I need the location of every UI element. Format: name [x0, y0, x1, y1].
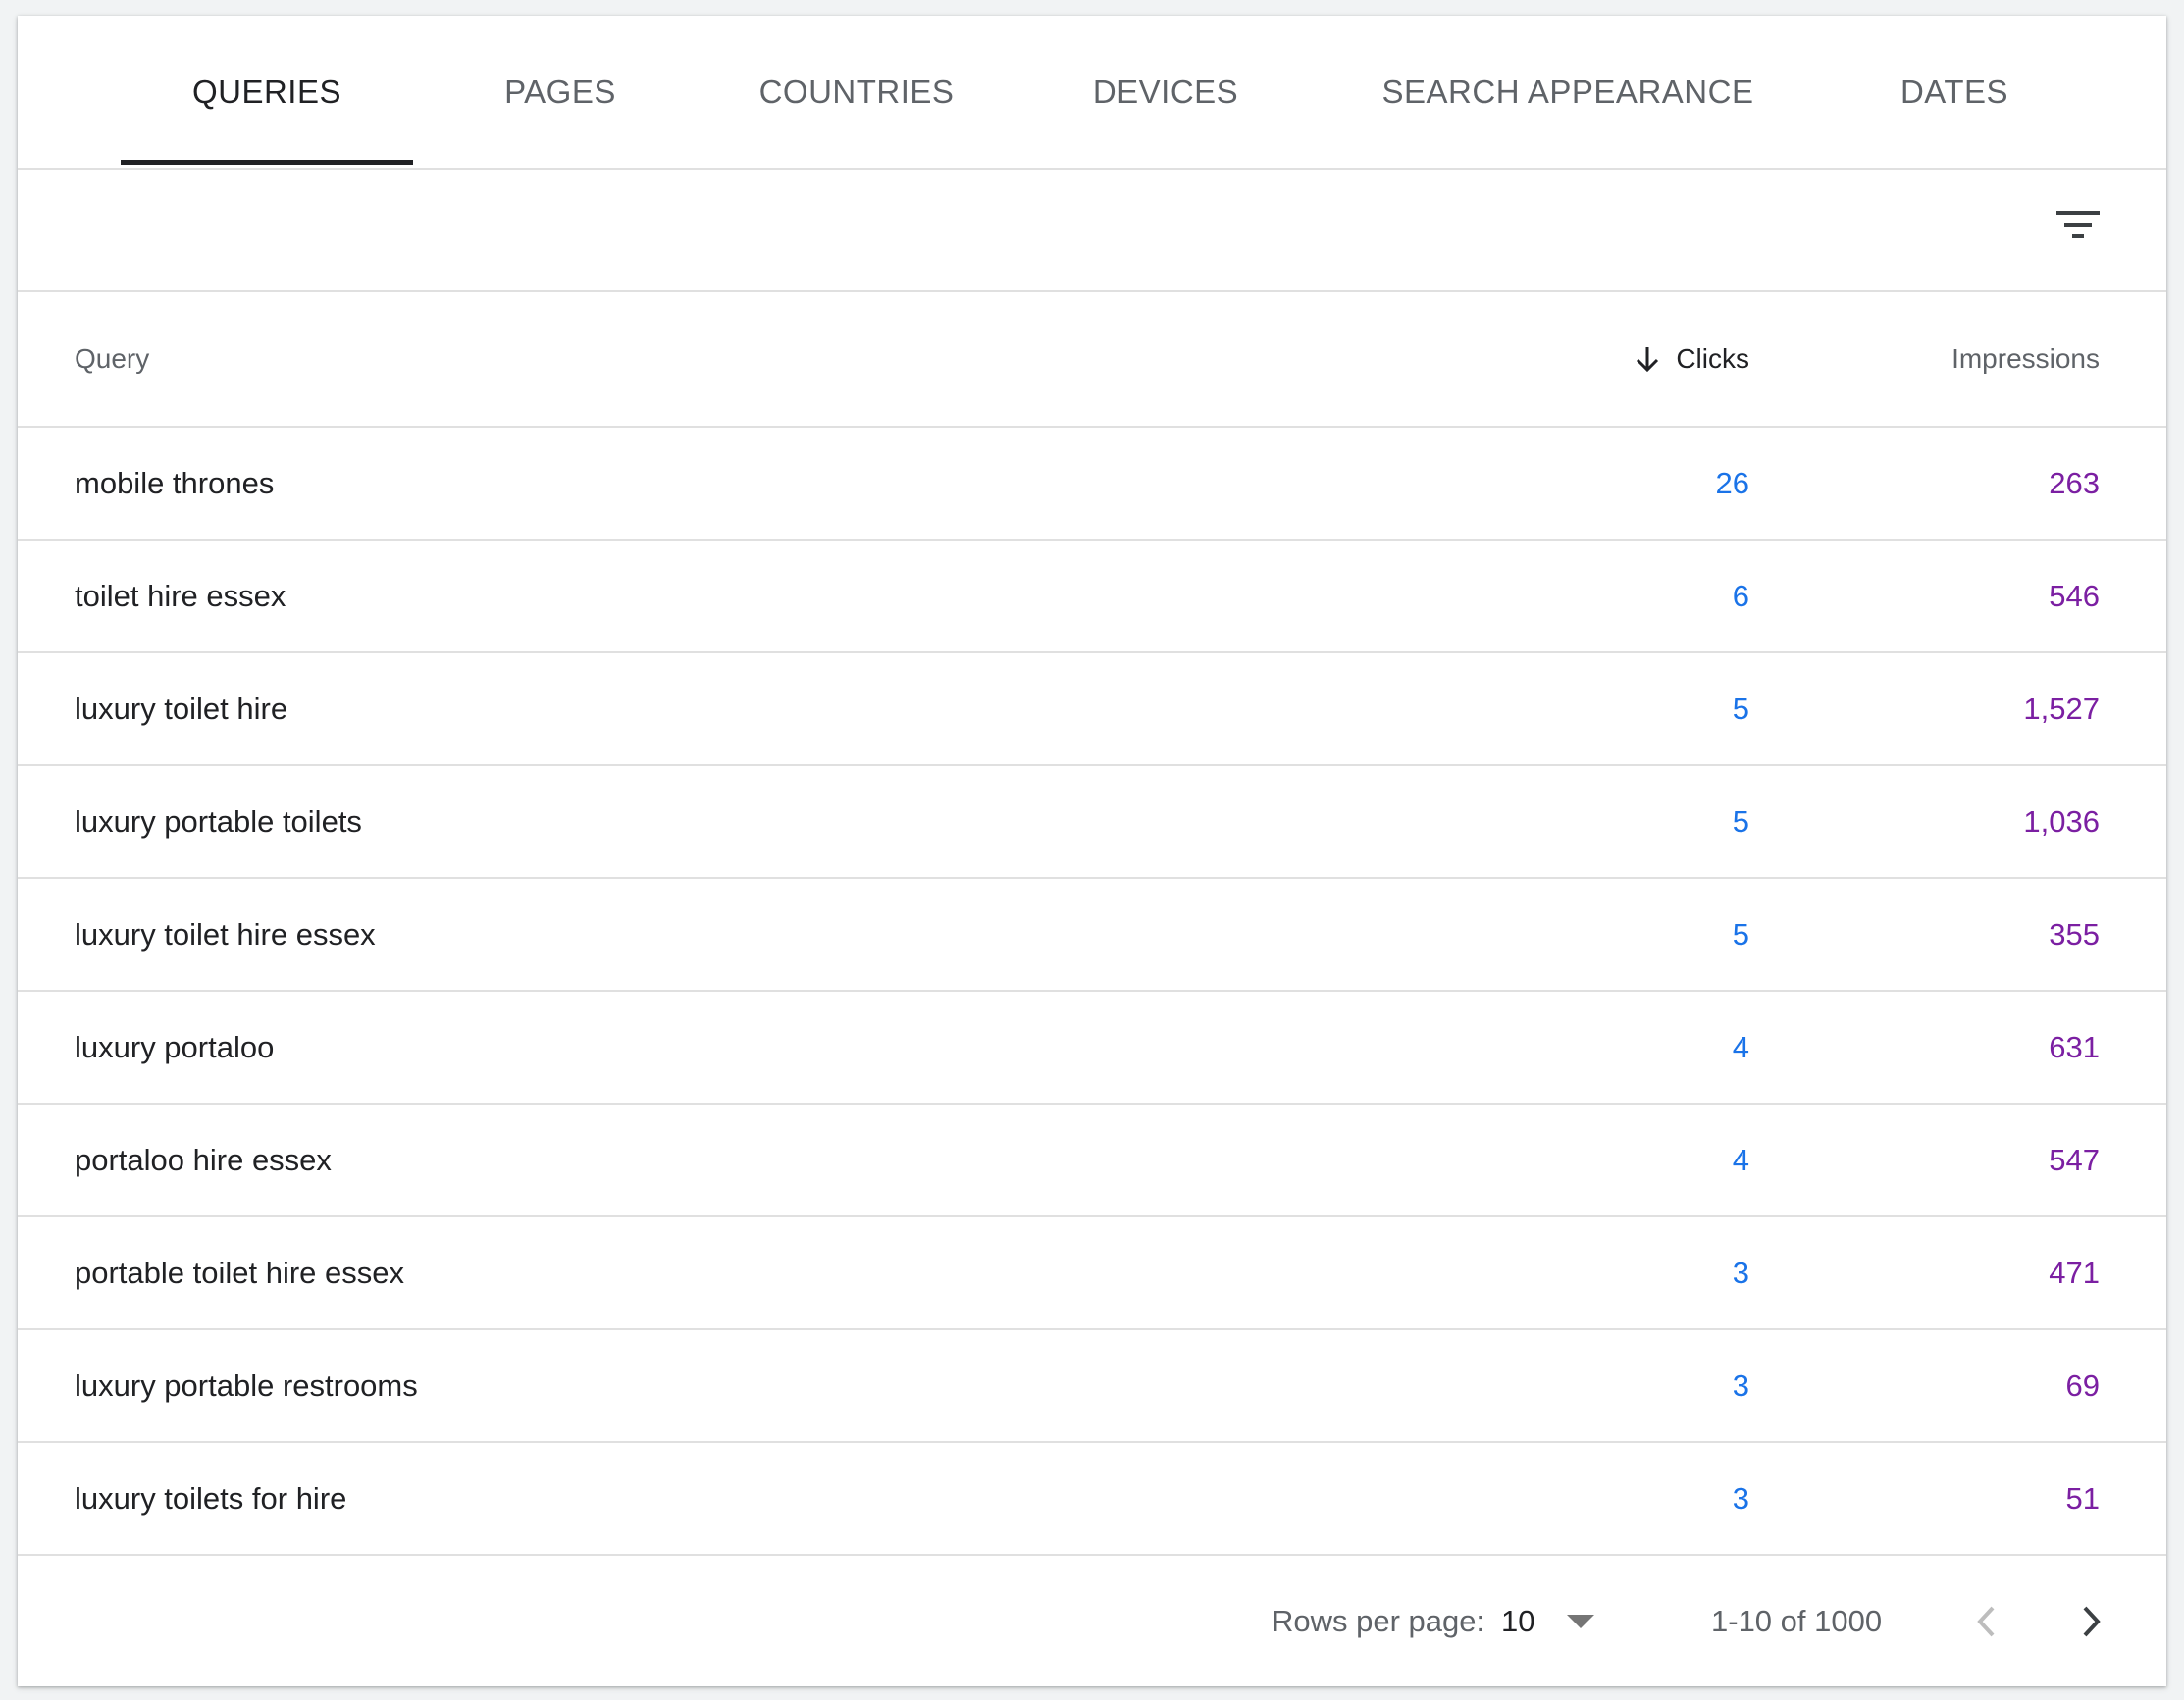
- filter-bar: [18, 170, 2166, 292]
- clicks-cell: 26: [1715, 465, 1749, 500]
- table-row[interactable]: luxury toilets for hire 3 51: [18, 1443, 2166, 1556]
- table-row[interactable]: luxury toilet hire essex 5 355: [18, 879, 2166, 992]
- impressions-cell: 547: [2049, 1142, 2100, 1177]
- query-cell: mobile thrones: [75, 465, 275, 500]
- query-cell: luxury portaloo: [75, 1029, 275, 1064]
- impressions-cell: 263: [2049, 465, 2100, 500]
- clicks-cell: 4: [1732, 1029, 1749, 1064]
- filter-list-icon[interactable]: [2051, 201, 2106, 256]
- pagination-range: 1-10 of 1000: [1711, 1603, 1883, 1638]
- impressions-cell: 51: [2065, 1480, 2100, 1516]
- query-cell: luxury portable restrooms: [75, 1367, 418, 1403]
- clicks-cell: 5: [1732, 916, 1749, 952]
- tab-label: DATES: [1899, 73, 2009, 110]
- column-header-query[interactable]: Query: [75, 292, 149, 426]
- clicks-cell: 3: [1732, 1367, 1749, 1403]
- rows-per-page-value: 10: [1501, 1603, 1535, 1638]
- column-header-clicks[interactable]: Clicks: [1633, 292, 1749, 426]
- table-row[interactable]: luxury portable toilets 5 1,036: [18, 766, 2166, 879]
- column-header-impressions[interactable]: Impressions: [1951, 292, 2100, 426]
- pagination-bar: Rows per page: 10 1-10 of 1000: [18, 1556, 2166, 1686]
- next-page-button[interactable]: [2064, 1595, 2117, 1648]
- tab-pages[interactable]: PAGES: [479, 16, 642, 168]
- impressions-cell: 631: [2049, 1029, 2100, 1064]
- table-row[interactable]: portable toilet hire essex 3 471: [18, 1217, 2166, 1330]
- query-cell: luxury portable toilets: [75, 803, 362, 839]
- tab-label: COUNTRIES: [758, 73, 955, 110]
- table-row[interactable]: luxury portaloo 4 631: [18, 992, 2166, 1105]
- impressions-cell: 355: [2049, 916, 2100, 952]
- tab-label: DEVICES: [1092, 73, 1239, 110]
- previous-page-button[interactable]: [1960, 1595, 2013, 1648]
- table-row[interactable]: luxury portable restrooms 3 69: [18, 1330, 2166, 1443]
- clicks-cell: 3: [1732, 1255, 1749, 1290]
- impressions-cell: 1,036: [2023, 803, 2100, 839]
- impressions-cell: 1,527: [2023, 691, 2100, 726]
- dropdown-arrow-icon: [1567, 1614, 1595, 1628]
- arrow-down-icon: [1637, 347, 1659, 373]
- rows-per-page-label: Rows per page:: [1272, 1603, 1485, 1638]
- performance-table-card: QUERIES PAGES COUNTRIES DEVICES SEARCH A…: [18, 16, 2166, 1686]
- query-cell: luxury toilet hire: [75, 691, 288, 726]
- column-header-clicks-label: Clicks: [1676, 343, 1749, 374]
- table-header: Query Clicks Impressions: [18, 292, 2166, 428]
- tab-label: PAGES: [504, 73, 616, 110]
- table-row[interactable]: toilet hire essex 6 546: [18, 541, 2166, 653]
- impressions-cell: 471: [2049, 1255, 2100, 1290]
- rows-per-page-select[interactable]: 10: [1501, 1556, 1595, 1686]
- tab-search-appearance[interactable]: SEARCH APPEARANCE: [1377, 16, 1759, 168]
- tab-countries[interactable]: COUNTRIES: [742, 16, 971, 168]
- clicks-cell: 5: [1732, 803, 1749, 839]
- tab-queries[interactable]: QUERIES: [121, 16, 413, 168]
- query-cell: toilet hire essex: [75, 578, 286, 613]
- dimension-tabs: QUERIES PAGES COUNTRIES DEVICES SEARCH A…: [18, 16, 2166, 170]
- table-row[interactable]: luxury toilet hire 5 1,527: [18, 653, 2166, 766]
- tab-dates[interactable]: DATES: [1875, 16, 2034, 168]
- chevron-right-icon: [2083, 1606, 2101, 1637]
- impressions-cell: 69: [2065, 1367, 2100, 1403]
- clicks-cell: 6: [1732, 578, 1749, 613]
- clicks-cell: 4: [1732, 1142, 1749, 1177]
- table-row[interactable]: mobile thrones 26 263: [18, 428, 2166, 541]
- clicks-cell: 5: [1732, 691, 1749, 726]
- impressions-cell: 546: [2049, 578, 2100, 613]
- tab-label: QUERIES: [191, 73, 342, 110]
- table-body: mobile thrones 26 263 toilet hire essex …: [18, 428, 2166, 1556]
- clicks-cell: 3: [1732, 1480, 1749, 1516]
- tab-label: SEARCH APPEARANCE: [1381, 73, 1754, 110]
- query-cell: portaloo hire essex: [75, 1142, 332, 1177]
- query-cell: luxury toilet hire essex: [75, 916, 376, 952]
- query-cell: luxury toilets for hire: [75, 1480, 347, 1516]
- chevron-left-icon: [1977, 1606, 1995, 1637]
- tab-devices[interactable]: DEVICES: [1067, 16, 1264, 168]
- active-tab-indicator: [121, 160, 413, 165]
- table-row[interactable]: portaloo hire essex 4 547: [18, 1105, 2166, 1217]
- query-cell: portable toilet hire essex: [75, 1255, 405, 1290]
